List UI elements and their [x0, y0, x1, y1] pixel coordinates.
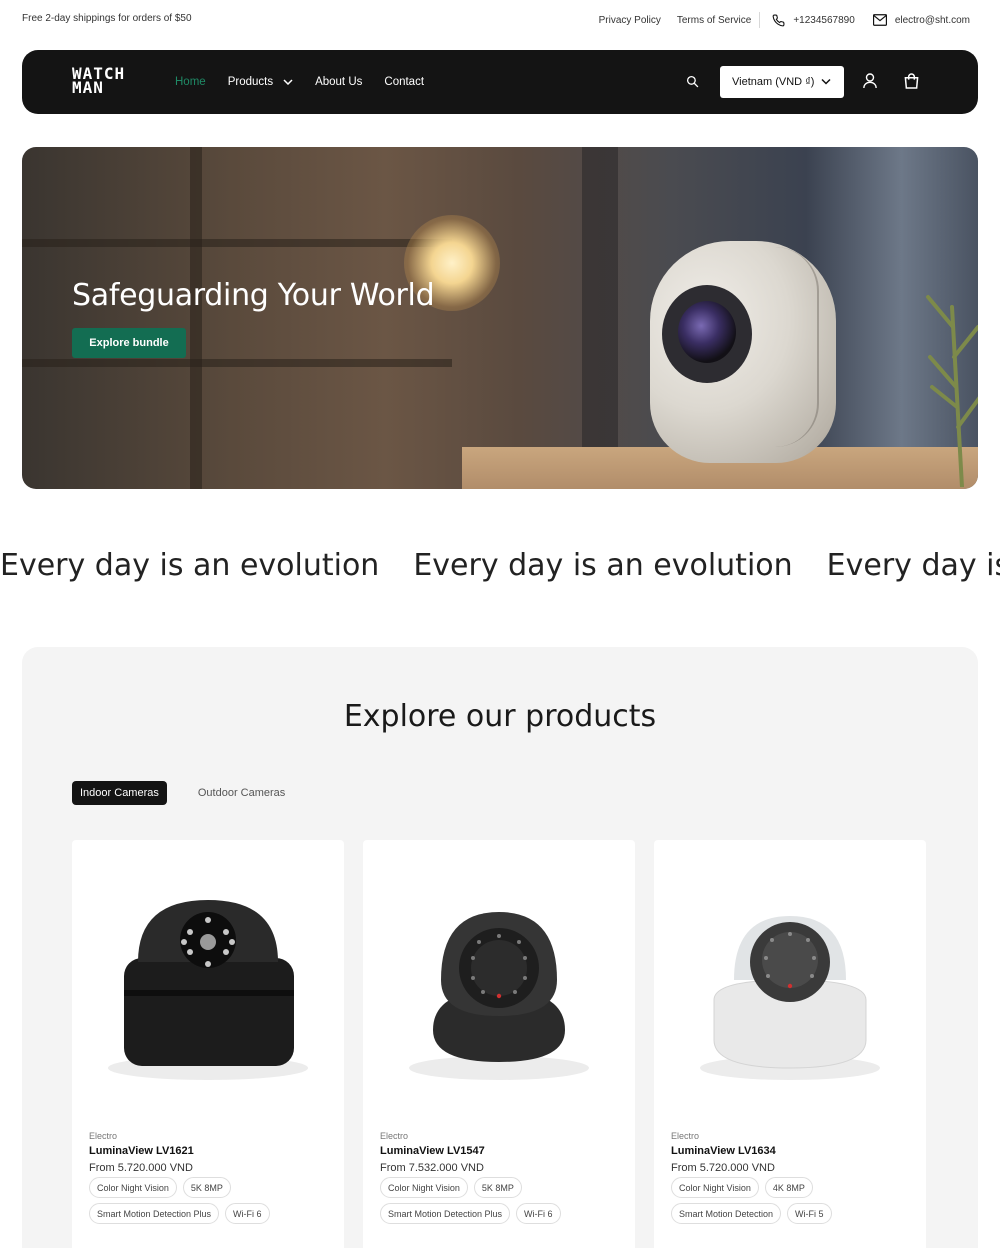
email-contact[interactable]: electro@sht.com [872, 14, 970, 26]
tab-outdoor-cameras[interactable]: Outdoor Cameras [190, 781, 293, 805]
product-brand: Electro [380, 1131, 409, 1141]
marquee-track: Every day is an evolution Every day is a… [0, 548, 1000, 583]
camera-seam [775, 247, 819, 447]
nav-item-about[interactable]: About Us [315, 76, 362, 88]
email-address: electro@sht.com [894, 14, 970, 26]
nav-item-home[interactable]: Home [175, 76, 206, 88]
feature-tag: Wi-Fi 6 [225, 1203, 270, 1224]
product-image [700, 916, 880, 1080]
phone-contact[interactable]: +1234567890 [772, 14, 855, 27]
user-icon [863, 73, 877, 89]
marquee-item: Every day is an evolution [413, 548, 793, 583]
product-brand: Electro [89, 1131, 118, 1141]
search-button[interactable] [686, 75, 699, 93]
privacy-policy-link[interactable]: Privacy Policy [599, 15, 661, 26]
background-shelf [582, 147, 618, 489]
main-navbar: WATCH MAN Home Products About Us Contact… [22, 50, 978, 114]
marquee-banner: Every day is an evolution Every day is a… [0, 548, 1000, 592]
feature-tag: 4K 8MP [764, 1177, 813, 1198]
product-price: From 5.720.000 VND [671, 1162, 775, 1174]
products-section: Explore our products Indoor Cameras Outd… [22, 647, 978, 1248]
product-card[interactable]: Electro LuminaView LV1621 From 5.720.000… [72, 840, 344, 1248]
product-name[interactable]: LuminaView LV1547 [380, 1145, 485, 1157]
feature-tag: 5K 8MP [182, 1177, 231, 1198]
utility-links: Privacy Policy Terms of Service +1234567… [583, 0, 970, 40]
camera-product-image [650, 241, 836, 463]
watchman-logo[interactable]: WATCH MAN [72, 66, 146, 97]
search-icon [686, 75, 699, 88]
products-title: Explore our products [343, 699, 657, 734]
camera-lens [678, 301, 736, 363]
feature-tag: Wi-Fi 6 [516, 1203, 561, 1224]
background-shelf [22, 359, 452, 367]
product-tags: Color Night Vision 4K 8MP Smart Motion D… [671, 1177, 916, 1229]
chevron-down-icon [283, 79, 293, 85]
account-button[interactable] [863, 73, 877, 94]
feature-tag: Wi-Fi 5 [787, 1203, 832, 1224]
feature-tag: Color Night Vision [671, 1177, 759, 1198]
feature-tag: Color Night Vision [89, 1177, 177, 1198]
product-card[interactable]: Electro LuminaView LV1634 From 5.720.000… [654, 840, 926, 1248]
feature-tag: Smart Motion Detection [671, 1203, 782, 1224]
nav-menu: Home Products About Us Contact [175, 50, 446, 114]
product-price: From 5.720.000 VND [89, 1162, 193, 1174]
product-name[interactable]: LuminaView LV1634 [671, 1145, 776, 1157]
currency-selector[interactable]: Vietnam (VND ₫) [720, 66, 844, 98]
logo-line-2: MAN [72, 78, 104, 97]
nav-item-products[interactable]: Products [228, 76, 293, 88]
background-shelf [22, 239, 452, 247]
top-utility-bar: Free 2-day shippings for orders of $50 P… [0, 0, 1000, 40]
product-card[interactable]: Electro LuminaView LV1547 From 7.532.000… [363, 840, 635, 1248]
plant-decoration [926, 295, 978, 487]
product-image [409, 912, 589, 1080]
background-shelf [190, 147, 202, 489]
feature-tag: 5K 8MP [473, 1177, 522, 1198]
feature-tag: Color Night Vision [380, 1177, 468, 1198]
product-tags: Color Night Vision 5K 8MP Smart Motion D… [380, 1177, 625, 1229]
cart-button[interactable] [904, 73, 919, 94]
product-category-tabs: Indoor Cameras Outdoor Cameras [72, 781, 316, 805]
shipping-notice: Free 2-day shippings for orders of $50 [22, 13, 192, 24]
product-name[interactable]: LuminaView LV1621 [89, 1145, 194, 1157]
phone-number: +1234567890 [793, 14, 855, 26]
product-price: From 7.532.000 VND [380, 1162, 484, 1174]
marquee-item: Every day is [826, 548, 1000, 583]
hero-banner: Safeguarding Your World Explore bundle [22, 147, 978, 489]
tab-indoor-cameras[interactable]: Indoor Cameras [72, 781, 167, 805]
product-image [108, 900, 308, 1080]
product-tags: Color Night Vision 5K 8MP Smart Motion D… [89, 1177, 334, 1229]
chevron-down-icon [821, 78, 831, 85]
marquee-item: Every day is an evolution [0, 548, 380, 583]
phone-icon [772, 14, 785, 26]
nav-item-contact[interactable]: Contact [384, 76, 424, 88]
feature-tag: Smart Motion Detection Plus [380, 1203, 511, 1224]
divider [759, 12, 761, 28]
shopping-bag-icon [904, 73, 919, 89]
mail-icon [872, 14, 887, 26]
product-brand: Electro [671, 1131, 700, 1141]
currency-value: Vietnam (VND ₫) [732, 76, 815, 88]
feature-tag: Smart Motion Detection Plus [89, 1203, 220, 1224]
explore-bundle-button[interactable]: Explore bundle [72, 328, 186, 358]
nav-item-products-label: Products [227, 76, 274, 88]
hero-title: Safeguarding Your World [72, 278, 435, 313]
terms-of-service-link[interactable]: Terms of Service [677, 15, 751, 26]
